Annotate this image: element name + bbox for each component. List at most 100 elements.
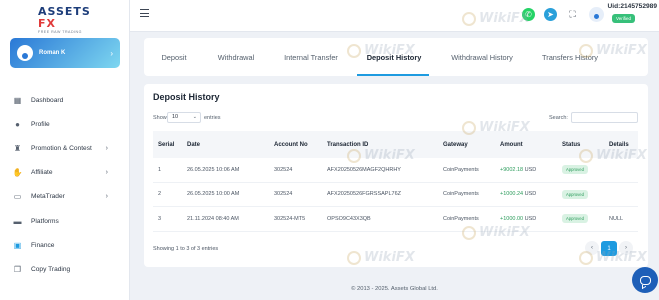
cell-details: NULL — [609, 215, 624, 222]
copy-icon: ❐ — [13, 264, 22, 274]
cell-amount: +1000.00 USD — [500, 216, 536, 222]
chevron-down-icon: ⌄ — [192, 114, 197, 120]
column-header[interactable]: Transaction ID — [327, 142, 368, 148]
status-badge: Approved — [562, 165, 588, 175]
cell-date: 26.05.2025 10:00 AM — [187, 191, 240, 198]
cell-date: 21.11.2024 08:40 AM — [187, 215, 239, 222]
table-row: 1 26.05.2025 10:06 AM 302524 AFX20250526… — [153, 158, 638, 183]
cell-gateway: CoinPayments — [443, 191, 479, 198]
deposit-history-card: Deposit History Show 10 ⌄ entries Search… — [144, 84, 648, 267]
column-header[interactable]: Serial — [158, 142, 174, 148]
user-card[interactable]: Roman K › — [10, 38, 120, 68]
amount-currency: USD — [524, 191, 537, 198]
column-header[interactable]: Date — [187, 142, 200, 148]
tab-withdrawal-history[interactable]: Withdrawal History — [446, 38, 518, 76]
amount-value: +1000.00 — [500, 215, 524, 222]
menu-icon[interactable] — [140, 9, 149, 17]
amount-value: +9002.18 — [500, 166, 524, 173]
sidebar-item-label: Dashboard — [31, 96, 64, 104]
display-icon: ▬ — [13, 216, 22, 226]
telegram-icon[interactable]: ➤ — [544, 8, 557, 21]
grid-icon: ▦ — [13, 95, 22, 105]
brand-logo[interactable]: ASSETS FX FREE RAW TRADING — [38, 6, 98, 35]
table-row: 2 26.05.2025 10:00 AM 302524 AFX20250526… — [153, 183, 638, 207]
avatar[interactable] — [589, 7, 604, 22]
sidebar-item-dashboard[interactable]: ▦ Dashboard — [0, 88, 130, 112]
search-input[interactable] — [571, 112, 638, 123]
sidebar-item-label: Profile — [31, 120, 50, 128]
pagination-prev-button[interactable]: ‹ — [585, 241, 599, 255]
table-row: 3 21.11.2024 08:40 AM 302524-MT5 OPSO9C4… — [153, 207, 638, 232]
column-header[interactable]: Details — [609, 142, 629, 148]
top-header: ✆ ➤ ⛶ Uid:2145752989 Verified — [130, 0, 659, 32]
handshake-icon: ✋ — [12, 168, 23, 178]
sidebar-item-finance[interactable]: ▣ Finance — [0, 233, 130, 257]
sidebar-item-label: Platforms — [31, 217, 59, 225]
user-name: Roman K — [39, 50, 66, 56]
cell-account: 302524-MT5 — [274, 215, 306, 222]
chevron-right-icon: › — [110, 48, 113, 58]
amount-currency: USD — [524, 166, 537, 173]
column-header[interactable]: Account No — [274, 142, 308, 148]
status-badge: Approved — [562, 214, 588, 224]
chevron-right-icon: › — [105, 169, 108, 177]
sidebar-item-copy-trading[interactable]: ❐ Copy Trading — [0, 257, 130, 281]
tab-deposit-history[interactable]: Deposit History — [358, 38, 430, 76]
active-tab-indicator — [357, 74, 429, 76]
tab-internal-transfer[interactable]: Internal Transfer — [280, 38, 342, 76]
fullscreen-icon[interactable]: ⛶ — [566, 8, 579, 21]
amount-currency: USD — [524, 215, 537, 222]
tab-deposit[interactable]: Deposit — [152, 38, 196, 76]
pagination-page-button[interactable]: 1 — [601, 241, 617, 256]
avatar — [17, 45, 33, 61]
search-label: Search: — [549, 115, 568, 121]
sidebar-item-label: Copy Trading — [31, 265, 71, 273]
sidebar-item-affiliate[interactable]: ✋ Affiliate › — [0, 161, 130, 185]
sidebar-item-promotion[interactable]: ♜ Promotion & Contest › — [0, 136, 130, 160]
deposit-table: Serial Date Account No Transaction ID Ga… — [153, 131, 638, 232]
cell-gateway: CoinPayments — [443, 215, 479, 222]
verified-badge: Verified — [612, 14, 636, 23]
sidebar-item-label: Finance — [31, 241, 55, 249]
chat-button[interactable] — [632, 267, 658, 293]
show-label: Show — [153, 115, 167, 121]
entries-label: entries — [204, 115, 221, 121]
footer-copyright: © 2013 - 2025. Assets Global Ltd. — [351, 286, 438, 292]
cell-transaction-id: OPSO9C43X3QB — [327, 215, 371, 222]
sidebar-item-label: MetaTrader — [31, 193, 65, 201]
user-id: Uid:2145752989 — [607, 3, 658, 10]
table-header: Serial Date Account No Transaction ID Ga… — [153, 131, 638, 158]
sidebar-nav: ▦ Dashboard ● Profile ♜ Promotion & Cont… — [0, 88, 130, 282]
cell-serial: 1 — [158, 166, 162, 173]
monitor-icon: ▭ — [13, 192, 22, 202]
column-header[interactable]: Amount — [500, 142, 523, 148]
tab-withdrawal[interactable]: Withdrawal — [210, 38, 262, 76]
cell-amount: +9002.18 USD — [500, 167, 536, 173]
cell-serial: 3 — [158, 215, 162, 222]
tab-transfers-history[interactable]: Transfers History — [538, 38, 602, 76]
chevron-right-icon: › — [105, 144, 108, 152]
cell-amount: +1000.24 USD — [500, 191, 536, 197]
sidebar-item-metatrader[interactable]: ▭ MetaTrader › — [0, 185, 130, 209]
cell-account: 302524 — [274, 191, 293, 198]
pagination-next-button[interactable]: › — [619, 241, 633, 255]
column-header[interactable]: Gateway — [443, 142, 468, 148]
chevron-right-icon: › — [105, 193, 108, 201]
column-header[interactable]: Status — [562, 142, 580, 148]
sidebar-item-label: Affiliate — [31, 169, 53, 177]
whatsapp-icon[interactable]: ✆ — [522, 8, 535, 21]
brand-accent: FX — [38, 17, 56, 30]
sidebar-item-profile[interactable]: ● Profile — [0, 112, 130, 136]
entries-select[interactable]: 10 ⌄ — [167, 112, 201, 123]
cell-transaction-id: AFX20250526MAGF2QHRHY — [327, 166, 401, 173]
wallet-icon: ▣ — [13, 240, 22, 250]
sidebar: ASSETS FX FREE RAW TRADING Roman K › ▦ D… — [0, 0, 130, 300]
cell-serial: 2 — [158, 191, 162, 198]
amount-value: +1000.24 — [500, 191, 524, 198]
cell-date: 26.05.2025 10:06 AM — [187, 166, 240, 173]
chat-icon — [639, 275, 651, 285]
pagination-info: Showing 1 to 3 of 3 entries — [153, 246, 219, 252]
status-badge: Approved — [562, 189, 588, 199]
cell-account: 302524 — [274, 166, 293, 173]
sidebar-item-platforms[interactable]: ▬ Platforms — [0, 209, 130, 233]
